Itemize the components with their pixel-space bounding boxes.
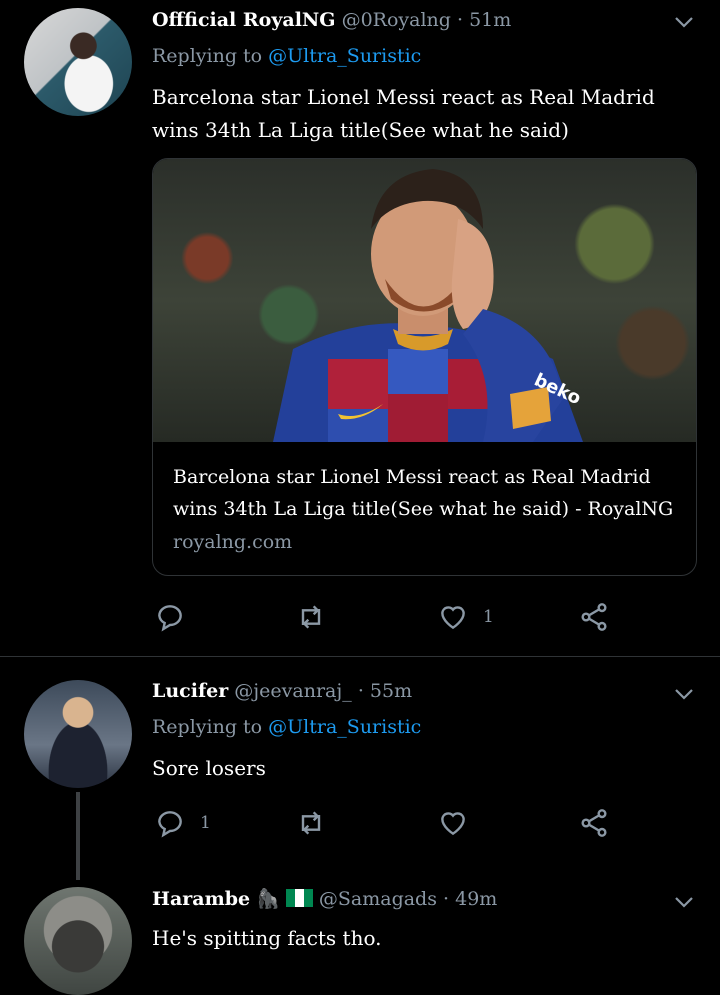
replying-to-label: Replying to xyxy=(152,716,263,738)
retweet-icon xyxy=(301,811,321,835)
handle[interactable]: @Samagads xyxy=(319,888,437,910)
timestamp[interactable]: 49m xyxy=(455,888,497,910)
like-icon xyxy=(441,606,465,630)
tweet-actions: 1 xyxy=(152,803,622,843)
mention-link[interactable]: @Ultra_Suristic xyxy=(268,45,421,67)
tweet-text: Sore losers xyxy=(152,756,266,780)
share-button[interactable] xyxy=(578,597,610,637)
retweet-button[interactable] xyxy=(295,597,327,637)
mention-link[interactable]: @Ultra_Suristic xyxy=(268,716,421,738)
chevron-down-icon[interactable] xyxy=(672,682,696,706)
gorilla-emoji: 🦍 xyxy=(256,888,280,910)
tweet-text: Barcelona star Lionel Messi react as Rea… xyxy=(152,85,655,142)
tweet-header: Lucifer @jeevanraj_ · 55m xyxy=(152,679,412,704)
share-icon xyxy=(581,809,607,837)
reply-button[interactable]: 1 xyxy=(154,803,211,843)
thread-line xyxy=(76,792,80,880)
avatar[interactable] xyxy=(24,680,132,788)
tweet-header: Offficial RoyalNG @0Royalng · 51m xyxy=(152,8,511,33)
timestamp[interactable]: 51m xyxy=(469,9,511,31)
display-name[interactable]: Offficial RoyalNG xyxy=(152,9,336,31)
separator: · xyxy=(443,888,450,910)
tweet-header: Harambe 🦍 @Samagads · 49m xyxy=(152,887,497,912)
handle[interactable]: @jeevanraj_ xyxy=(234,680,351,702)
tweet-actions: 1 xyxy=(152,597,622,637)
like-count: 1 xyxy=(483,607,494,627)
separator: · xyxy=(357,680,364,702)
handle[interactable]: @0Royalng xyxy=(342,9,451,31)
replying-to: Replying to @Ultra_Suristic xyxy=(152,45,421,67)
card-title: Barcelona star Lionel Messi react as Rea… xyxy=(173,466,674,520)
chevron-down-icon[interactable] xyxy=(672,890,696,914)
avatar[interactable] xyxy=(24,8,132,116)
separator: · xyxy=(456,9,464,31)
chevron-down-icon[interactable] xyxy=(672,10,696,34)
reply-icon xyxy=(158,605,182,632)
like-button[interactable] xyxy=(437,803,469,843)
share-icon xyxy=(581,603,607,631)
timestamp[interactable]: 55m xyxy=(370,680,412,702)
like-icon xyxy=(441,812,465,836)
reply-button[interactable] xyxy=(154,597,186,637)
like-button[interactable]: 1 xyxy=(437,597,494,637)
avatar[interactable] xyxy=(24,887,132,995)
share-button[interactable] xyxy=(578,803,610,843)
display-name[interactable]: Lucifer xyxy=(152,680,228,702)
replying-to: Replying to @Ultra_Suristic xyxy=(152,716,421,738)
tweet[interactable]: Lucifer @jeevanraj_ · 55m Replying to @U… xyxy=(0,657,720,879)
replying-to-label: Replying to xyxy=(152,45,263,67)
nigeria-flag-icon xyxy=(285,889,313,907)
card-domain: royalng.com xyxy=(173,531,293,553)
card-image: beko xyxy=(153,159,696,442)
tweet-text: He's spitting facts tho. xyxy=(152,926,382,950)
tweet[interactable]: Harambe 🦍 @Samagads · 49m He's spitting … xyxy=(0,879,720,995)
reply-count: 1 xyxy=(200,813,211,833)
retweet-button[interactable] xyxy=(295,803,327,843)
link-card[interactable]: beko Barcelona star Lionel Messi react a… xyxy=(152,158,697,576)
display-name[interactable]: Harambe xyxy=(152,888,250,910)
reply-icon xyxy=(158,811,182,838)
tweet[interactable]: Offficial RoyalNG @0Royalng · 51m Replyi… xyxy=(0,0,720,656)
retweet-icon xyxy=(301,605,321,629)
